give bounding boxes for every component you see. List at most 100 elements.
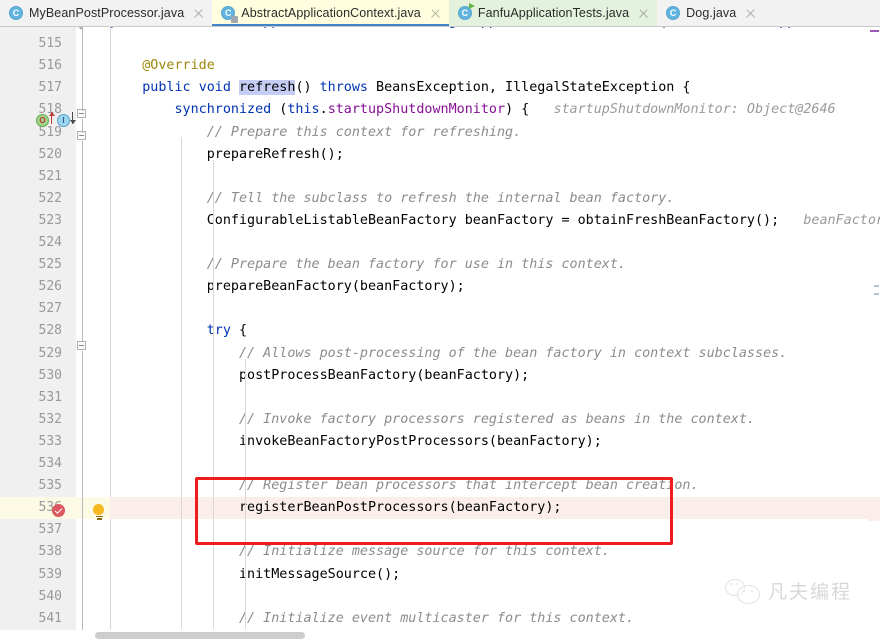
lightbulb-glass xyxy=(93,504,104,515)
code-line-534[interactable]: 534 xyxy=(0,453,880,475)
code-line-515[interactable]: 515 xyxy=(0,33,880,55)
breakpoint-icon[interactable] xyxy=(52,504,65,517)
close-icon[interactable] xyxy=(745,8,756,19)
overridden-method-icon[interactable]: O xyxy=(36,114,49,127)
code-text[interactable]: public void refresh() throws BeansExcept… xyxy=(110,77,690,99)
code-text[interactable]: // Initialize event multicaster for this… xyxy=(110,608,634,630)
code-text[interactable]: prepareBeanFactory(beanFactory); xyxy=(110,276,465,298)
editor-tab-0[interactable]: C MyBeanPostProcessor.java xyxy=(0,0,212,26)
line-number: 539 xyxy=(38,566,62,582)
java-class-icon: C xyxy=(9,6,23,20)
line-number: 516 xyxy=(38,58,62,74)
fold-region-line xyxy=(81,141,83,341)
code-line-523[interactable]: 523 ConfigurableListableBeanFactory bean… xyxy=(0,210,880,232)
lightbulb-base-2 xyxy=(96,518,102,520)
implement-arrow-icon xyxy=(68,112,78,124)
code-line-541[interactable]: 541 // Initialize event multicaster for … xyxy=(0,608,880,630)
lightbulb-icon[interactable] xyxy=(93,504,105,520)
code-line-539[interactable]: 539 initMessageSource(); xyxy=(0,564,880,586)
code-text[interactable]: // Allows post-processing of the bean fa… xyxy=(110,343,787,365)
code-line-526[interactable]: 526 prepareBeanFactory(beanFactory); xyxy=(0,276,880,298)
line-number: 537 xyxy=(38,522,62,538)
code-text[interactable]: initMessageSource(); xyxy=(110,564,400,586)
code-text[interactable]: invokeBeanFactoryPostProcessors(beanFact… xyxy=(110,431,602,453)
java-test-class-icon: C xyxy=(457,3,475,20)
editor-tab-1[interactable]: C AbstractApplicationContext.java xyxy=(212,0,449,26)
code-line-522[interactable]: 522 // Tell the subclass to refresh the … xyxy=(0,188,880,210)
code-fold-marker[interactable] xyxy=(77,341,86,350)
error-stripe-marker xyxy=(870,30,879,32)
editor-marker-bar[interactable] xyxy=(868,27,880,630)
code-line-530[interactable]: 530 postProcessBeanFactory(beanFactory); xyxy=(0,365,880,387)
fold-region-end xyxy=(77,27,85,30)
fold-region-line xyxy=(81,119,83,133)
error-stripe-marker xyxy=(874,293,879,295)
inline-debug-hint: startupShutdownMonitor: Object@2646 xyxy=(553,102,836,118)
code-text[interactable]: // Register bean processors that interce… xyxy=(110,475,699,497)
code-line-535[interactable]: 535 // Register bean processors that int… xyxy=(0,475,880,497)
line-number: 526 xyxy=(38,279,62,295)
lightbulb-base-1 xyxy=(95,516,103,518)
line-number: 528 xyxy=(38,323,62,339)
code-line-517[interactable]: 517 public void refresh() throws BeansEx… xyxy=(0,77,880,99)
code-text[interactable]: // Invoke factory processors registered … xyxy=(110,409,755,431)
code-line-537[interactable]: 537 xyxy=(0,519,880,541)
editor-tab-label: AbstractApplicationContext.java xyxy=(241,6,421,20)
indent-guide xyxy=(213,160,214,629)
editor-tab-2[interactable]: C FanfuApplicationTests.java xyxy=(448,0,658,26)
code-line-527[interactable]: 527 xyxy=(0,298,880,320)
breakpoint-verified-check xyxy=(54,505,63,514)
code-text[interactable]: registerBeanPostProcessors(beanFactory); xyxy=(110,497,561,519)
code-text[interactable]: synchronized (this.startupShutdownMonito… xyxy=(110,99,836,121)
close-icon[interactable] xyxy=(638,8,649,19)
indent-guide xyxy=(181,137,182,629)
close-icon[interactable] xyxy=(430,8,441,19)
code-line-536[interactable]: 536 registerBeanPostProcessors(beanFacto… xyxy=(0,497,880,520)
code-text[interactable]: // Prepare the bean factory for use in t… xyxy=(110,254,626,276)
code-line-533[interactable]: 533 invokeBeanFactoryPostProcessors(bean… xyxy=(0,431,880,453)
code-text[interactable]: @Override xyxy=(110,55,215,77)
code-text[interactable]: postProcessBeanFactory(beanFactory); xyxy=(110,365,529,387)
editor-tab-bar: C MyBeanPostProcessor.java C AbstractApplic… xyxy=(0,0,880,27)
java-class-icon: C xyxy=(666,6,681,20)
override-arrow-icon xyxy=(47,112,57,124)
code-text[interactable]: // Prepare this context for refreshing. xyxy=(110,122,521,144)
code-line-532[interactable]: 532 // Invoke factory processors registe… xyxy=(0,409,880,431)
line-number: 523 xyxy=(38,212,62,228)
caret-stripe-marker xyxy=(868,499,879,521)
line-number: 524 xyxy=(38,235,62,250)
code-line-518[interactable]: 518 synchronized (this.startupShutdownMo… xyxy=(0,99,880,121)
line-number: 538 xyxy=(38,544,62,560)
code-line-531[interactable]: 531 xyxy=(0,387,880,409)
line-number: 521 xyxy=(38,168,62,184)
code-text[interactable]: prepareRefresh(); xyxy=(110,144,344,166)
code-text[interactable]: // Tell the subclass to refresh the inte… xyxy=(110,188,675,210)
line-number: 525 xyxy=(38,257,62,273)
horizontal-scrollbar-track[interactable] xyxy=(0,630,880,641)
editor-tab-3[interactable]: C Dog.java xyxy=(657,0,764,26)
close-icon[interactable] xyxy=(193,8,204,19)
line-number: 522 xyxy=(38,190,62,206)
code-line-519[interactable]: 519 // Prepare this context for refreshi… xyxy=(0,122,880,144)
line-number: 540 xyxy=(38,588,62,604)
code-line-525[interactable]: 525 // Prepare the bean factory for use … xyxy=(0,254,880,276)
code-line-520[interactable]: 520 prepareRefresh(); xyxy=(0,144,880,166)
code-line-516[interactable]: 516 @Override xyxy=(0,55,880,77)
line-number: 529 xyxy=(38,345,62,361)
code-line-538[interactable]: 538 // Initialize message source for thi… xyxy=(0,541,880,563)
line-number: 527 xyxy=(38,301,62,317)
code-editor[interactable]: 514public Collection<ApplicationListener… xyxy=(0,27,880,630)
code-text[interactable]: // Initialize message source for this co… xyxy=(110,541,610,563)
implementing-method-icon[interactable]: I xyxy=(57,114,70,127)
code-line-524[interactable]: 524 xyxy=(0,232,880,254)
code-line-521[interactable]: 521 xyxy=(0,166,880,188)
horizontal-scrollbar-thumb[interactable] xyxy=(95,632,305,639)
fold-region-line xyxy=(81,351,83,630)
code-line-528[interactable]: 528 try { xyxy=(0,320,880,342)
editor-tab-label: MyBeanPostProcessor.java xyxy=(29,6,185,20)
code-line-540[interactable]: 540 xyxy=(0,586,880,608)
line-number: 520 xyxy=(38,146,62,162)
code-text[interactable]: ConfigurableListableBeanFactory beanFact… xyxy=(110,210,880,232)
code-line-529[interactable]: 529 // Allows post-processing of the bea… xyxy=(0,343,880,365)
code-text[interactable]: try { xyxy=(110,320,247,342)
